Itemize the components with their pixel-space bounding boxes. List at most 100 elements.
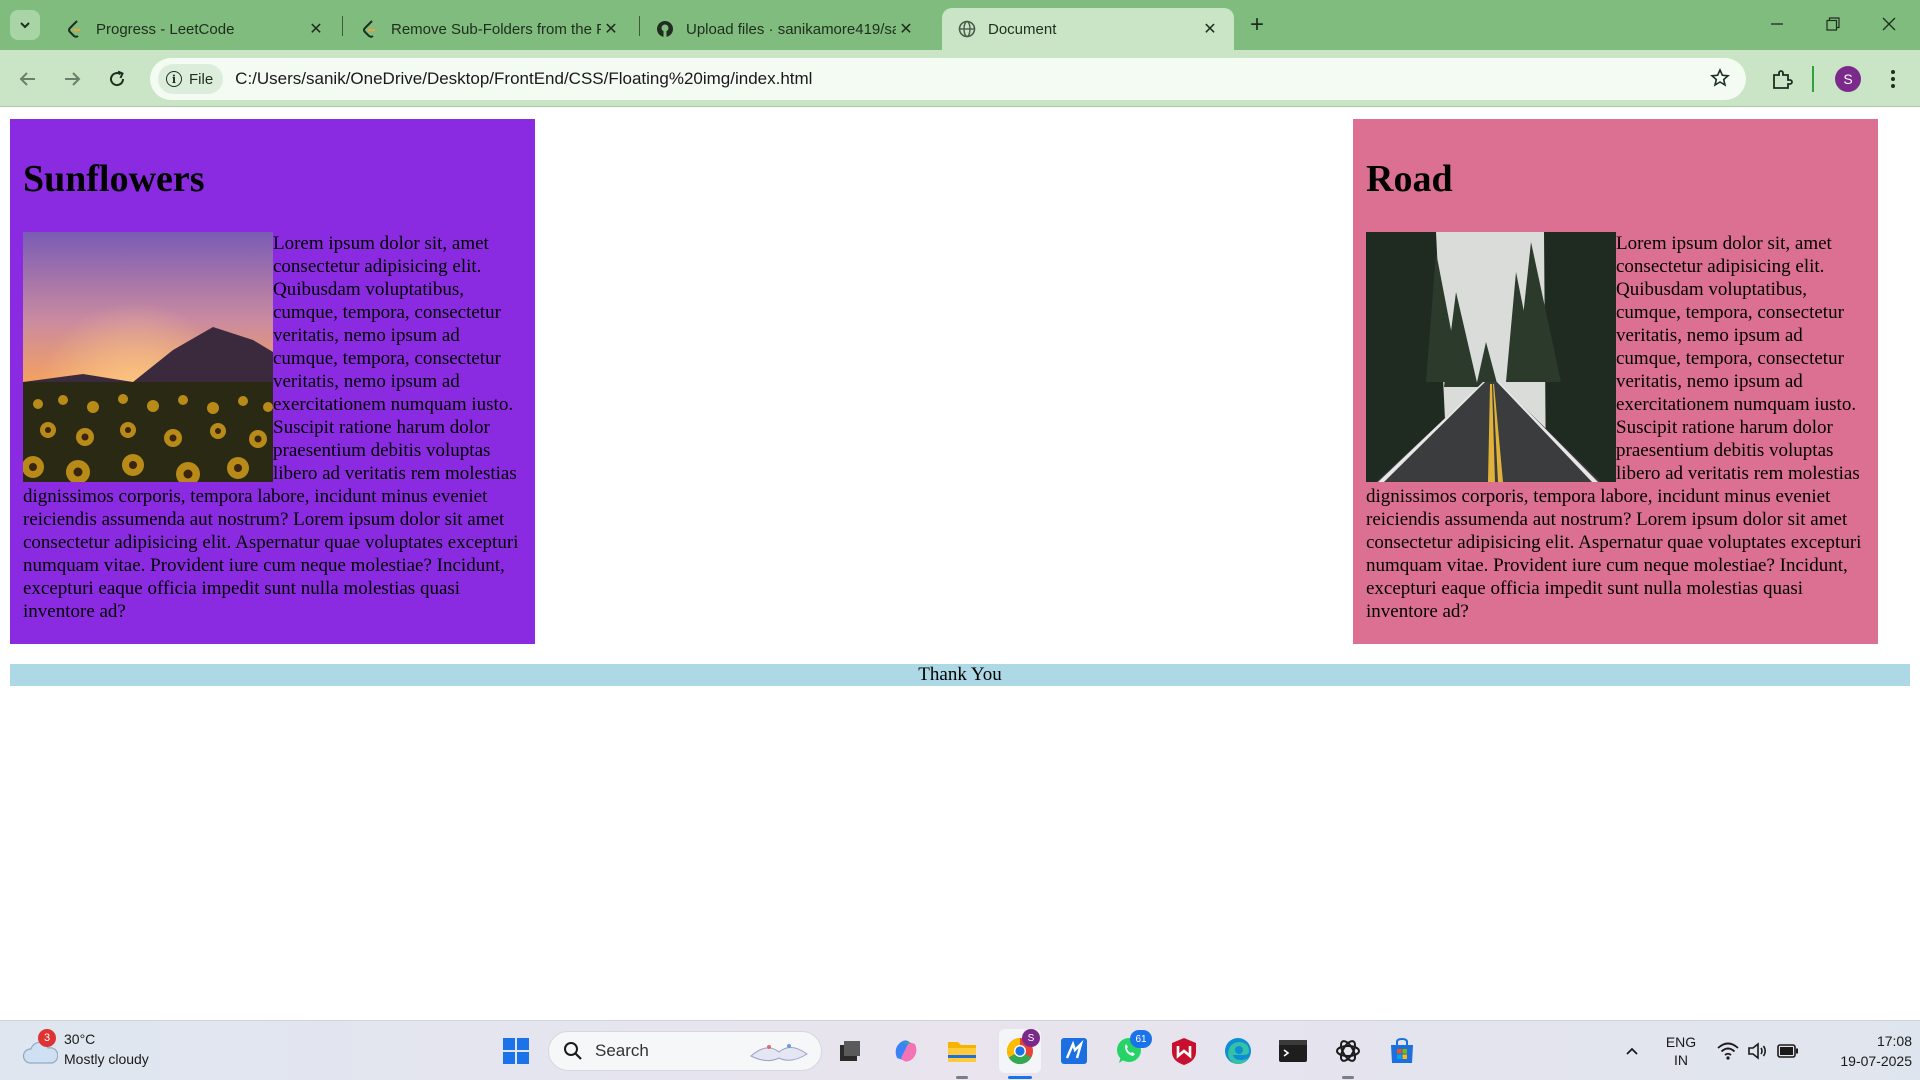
volume-icon	[1748, 1042, 1767, 1060]
clock-date: 19-07-2025	[1840, 1053, 1912, 1069]
tab-title: Remove Sub-Folders from the F	[391, 20, 601, 38]
windows-icon	[503, 1038, 529, 1064]
tab-search-button[interactable]	[10, 10, 40, 40]
terminal-icon	[1279, 1040, 1307, 1062]
tab-github-upload[interactable]: Upload files · sanikamore419/sa ✕	[640, 8, 930, 50]
weather-widget[interactable]: 3 30°C Mostly cloudy	[22, 1029, 182, 1073]
leetcode-icon	[361, 20, 379, 38]
chrome-profile-badge: S	[1022, 1029, 1040, 1047]
taskbar-search[interactable]: Search	[548, 1031, 822, 1071]
file-explorer-button[interactable]	[944, 1033, 980, 1069]
bookmark-star-icon[interactable]	[1710, 68, 1730, 93]
tab-leetcode-progress[interactable]: Progress - LeetCode ✕	[50, 8, 340, 50]
store-button[interactable]	[1384, 1033, 1420, 1069]
tab-title: Document	[988, 20, 1057, 38]
kebab-menu-icon	[1891, 70, 1895, 88]
info-icon: i	[166, 71, 182, 87]
close-icon[interactable]: ✕	[601, 19, 621, 39]
region-code: IN	[1674, 1052, 1688, 1068]
chatgpt-button[interactable]	[1330, 1033, 1366, 1069]
network-button[interactable]	[1710, 1033, 1806, 1069]
puzzle-icon	[1773, 70, 1793, 89]
address-bar[interactable]: i File C:/Users/sanik/OneDrive/Desktop/F…	[150, 58, 1746, 100]
tab-title: Progress - LeetCode	[96, 20, 235, 38]
chatgpt-icon	[1336, 1040, 1360, 1062]
url-text[interactable]: C:/Users/sanik/OneDrive/Desktop/FrontEnd…	[235, 69, 812, 89]
copilot-icon	[895, 1040, 917, 1062]
clock[interactable]: 17:08 19-07-2025	[1812, 1031, 1912, 1071]
card-heading: Sunflowers	[23, 158, 205, 200]
forward-button[interactable]	[56, 63, 88, 95]
leetcode-icon	[66, 20, 84, 38]
card-heading: Road	[1366, 158, 1453, 200]
close-icon[interactable]: ✕	[1200, 19, 1220, 39]
taskbar: 3 30°C Mostly cloudy Search S 61 ENG IN …	[0, 1020, 1920, 1080]
app-button-blue[interactable]	[1056, 1033, 1092, 1069]
new-tab-button[interactable]: +	[1242, 11, 1272, 38]
task-view-icon	[840, 1041, 860, 1061]
terminal-button[interactable]	[1275, 1033, 1311, 1069]
sunflowers-card: Sunflowers Lorem ipsum dolor sit, amet c…	[10, 119, 535, 644]
sunflower-field-image	[23, 231, 273, 482]
battery-icon	[1777, 1044, 1798, 1058]
copilot-button[interactable]	[888, 1033, 924, 1069]
forest-road-image	[1366, 231, 1616, 482]
mcafee-button[interactable]	[1166, 1033, 1202, 1069]
arrow-left-icon	[19, 72, 35, 86]
restore-icon	[1826, 17, 1840, 31]
restore-button[interactable]	[1810, 8, 1856, 40]
road-card: Road Lorem ipsum dolor sit, amet consect…	[1353, 119, 1878, 644]
weather-alert-badge: 3	[38, 1029, 56, 1047]
running-indicator	[1342, 1076, 1354, 1079]
extensions-button[interactable]	[1766, 63, 1798, 95]
close-icon[interactable]: ✕	[896, 19, 916, 39]
start-button[interactable]	[498, 1033, 534, 1069]
menu-button[interactable]	[1877, 63, 1909, 95]
weather-condition: Mostly cloudy	[64, 1051, 149, 1067]
show-hidden-icons-button[interactable]	[1614, 1033, 1650, 1069]
footer-text: Thank You	[918, 664, 1002, 685]
chevron-up-icon	[1626, 1047, 1638, 1055]
app-icon	[1061, 1038, 1087, 1064]
weather-temperature: 30°C	[64, 1031, 96, 1047]
edge-icon	[1225, 1038, 1251, 1064]
edge-button[interactable]	[1220, 1033, 1256, 1069]
tab-separator	[342, 16, 343, 36]
chevron-down-icon	[20, 22, 30, 29]
search-label: Search	[595, 1041, 649, 1060]
reload-icon	[110, 70, 125, 87]
clock-time: 17:08	[1876, 1033, 1912, 1049]
language-code: ENG	[1665, 1034, 1697, 1050]
tab-document[interactable]: Document ✕	[942, 8, 1234, 50]
active-indicator	[1008, 1076, 1032, 1079]
minimize-button[interactable]	[1754, 8, 1800, 40]
profile-button[interactable]: S	[1832, 63, 1864, 95]
shield-icon	[1172, 1038, 1196, 1065]
whatsapp-badge: 61	[1130, 1030, 1152, 1048]
tab-title: Upload files · sanikamore419/sa	[686, 20, 896, 38]
toolbar-separator	[1812, 66, 1814, 92]
footer-bar: Thank You	[10, 664, 1910, 686]
running-indicator	[956, 1076, 968, 1079]
arrow-right-icon	[65, 72, 81, 86]
site-info-chip[interactable]: i File	[158, 64, 224, 94]
close-icon	[1882, 17, 1896, 31]
page-viewport: Sunflowers Lorem ipsum dolor sit, amet c…	[0, 108, 1920, 1019]
language-indicator[interactable]: ENG IN	[1658, 1033, 1704, 1069]
avatar: S	[1835, 66, 1861, 92]
store-icon	[1391, 1037, 1413, 1063]
close-window-button[interactable]	[1866, 8, 1912, 40]
search-highlight-icon	[750, 1044, 808, 1062]
tab-remove-subfolders[interactable]: Remove Sub-Folders from the F ✕	[345, 8, 635, 50]
search-icon	[564, 1042, 582, 1060]
github-icon	[656, 20, 674, 38]
task-view-button[interactable]	[832, 1033, 868, 1069]
close-icon[interactable]: ✕	[306, 19, 326, 39]
tab-strip: Progress - LeetCode ✕ Remove Sub-Folders…	[0, 0, 1920, 50]
folder-icon	[948, 1042, 976, 1062]
browser-toolbar: i File C:/Users/sanik/OneDrive/Desktop/F…	[0, 50, 1920, 107]
reload-button[interactable]	[101, 63, 133, 95]
back-button[interactable]	[12, 63, 44, 95]
globe-icon	[958, 20, 976, 38]
site-info-label: File	[189, 70, 214, 88]
